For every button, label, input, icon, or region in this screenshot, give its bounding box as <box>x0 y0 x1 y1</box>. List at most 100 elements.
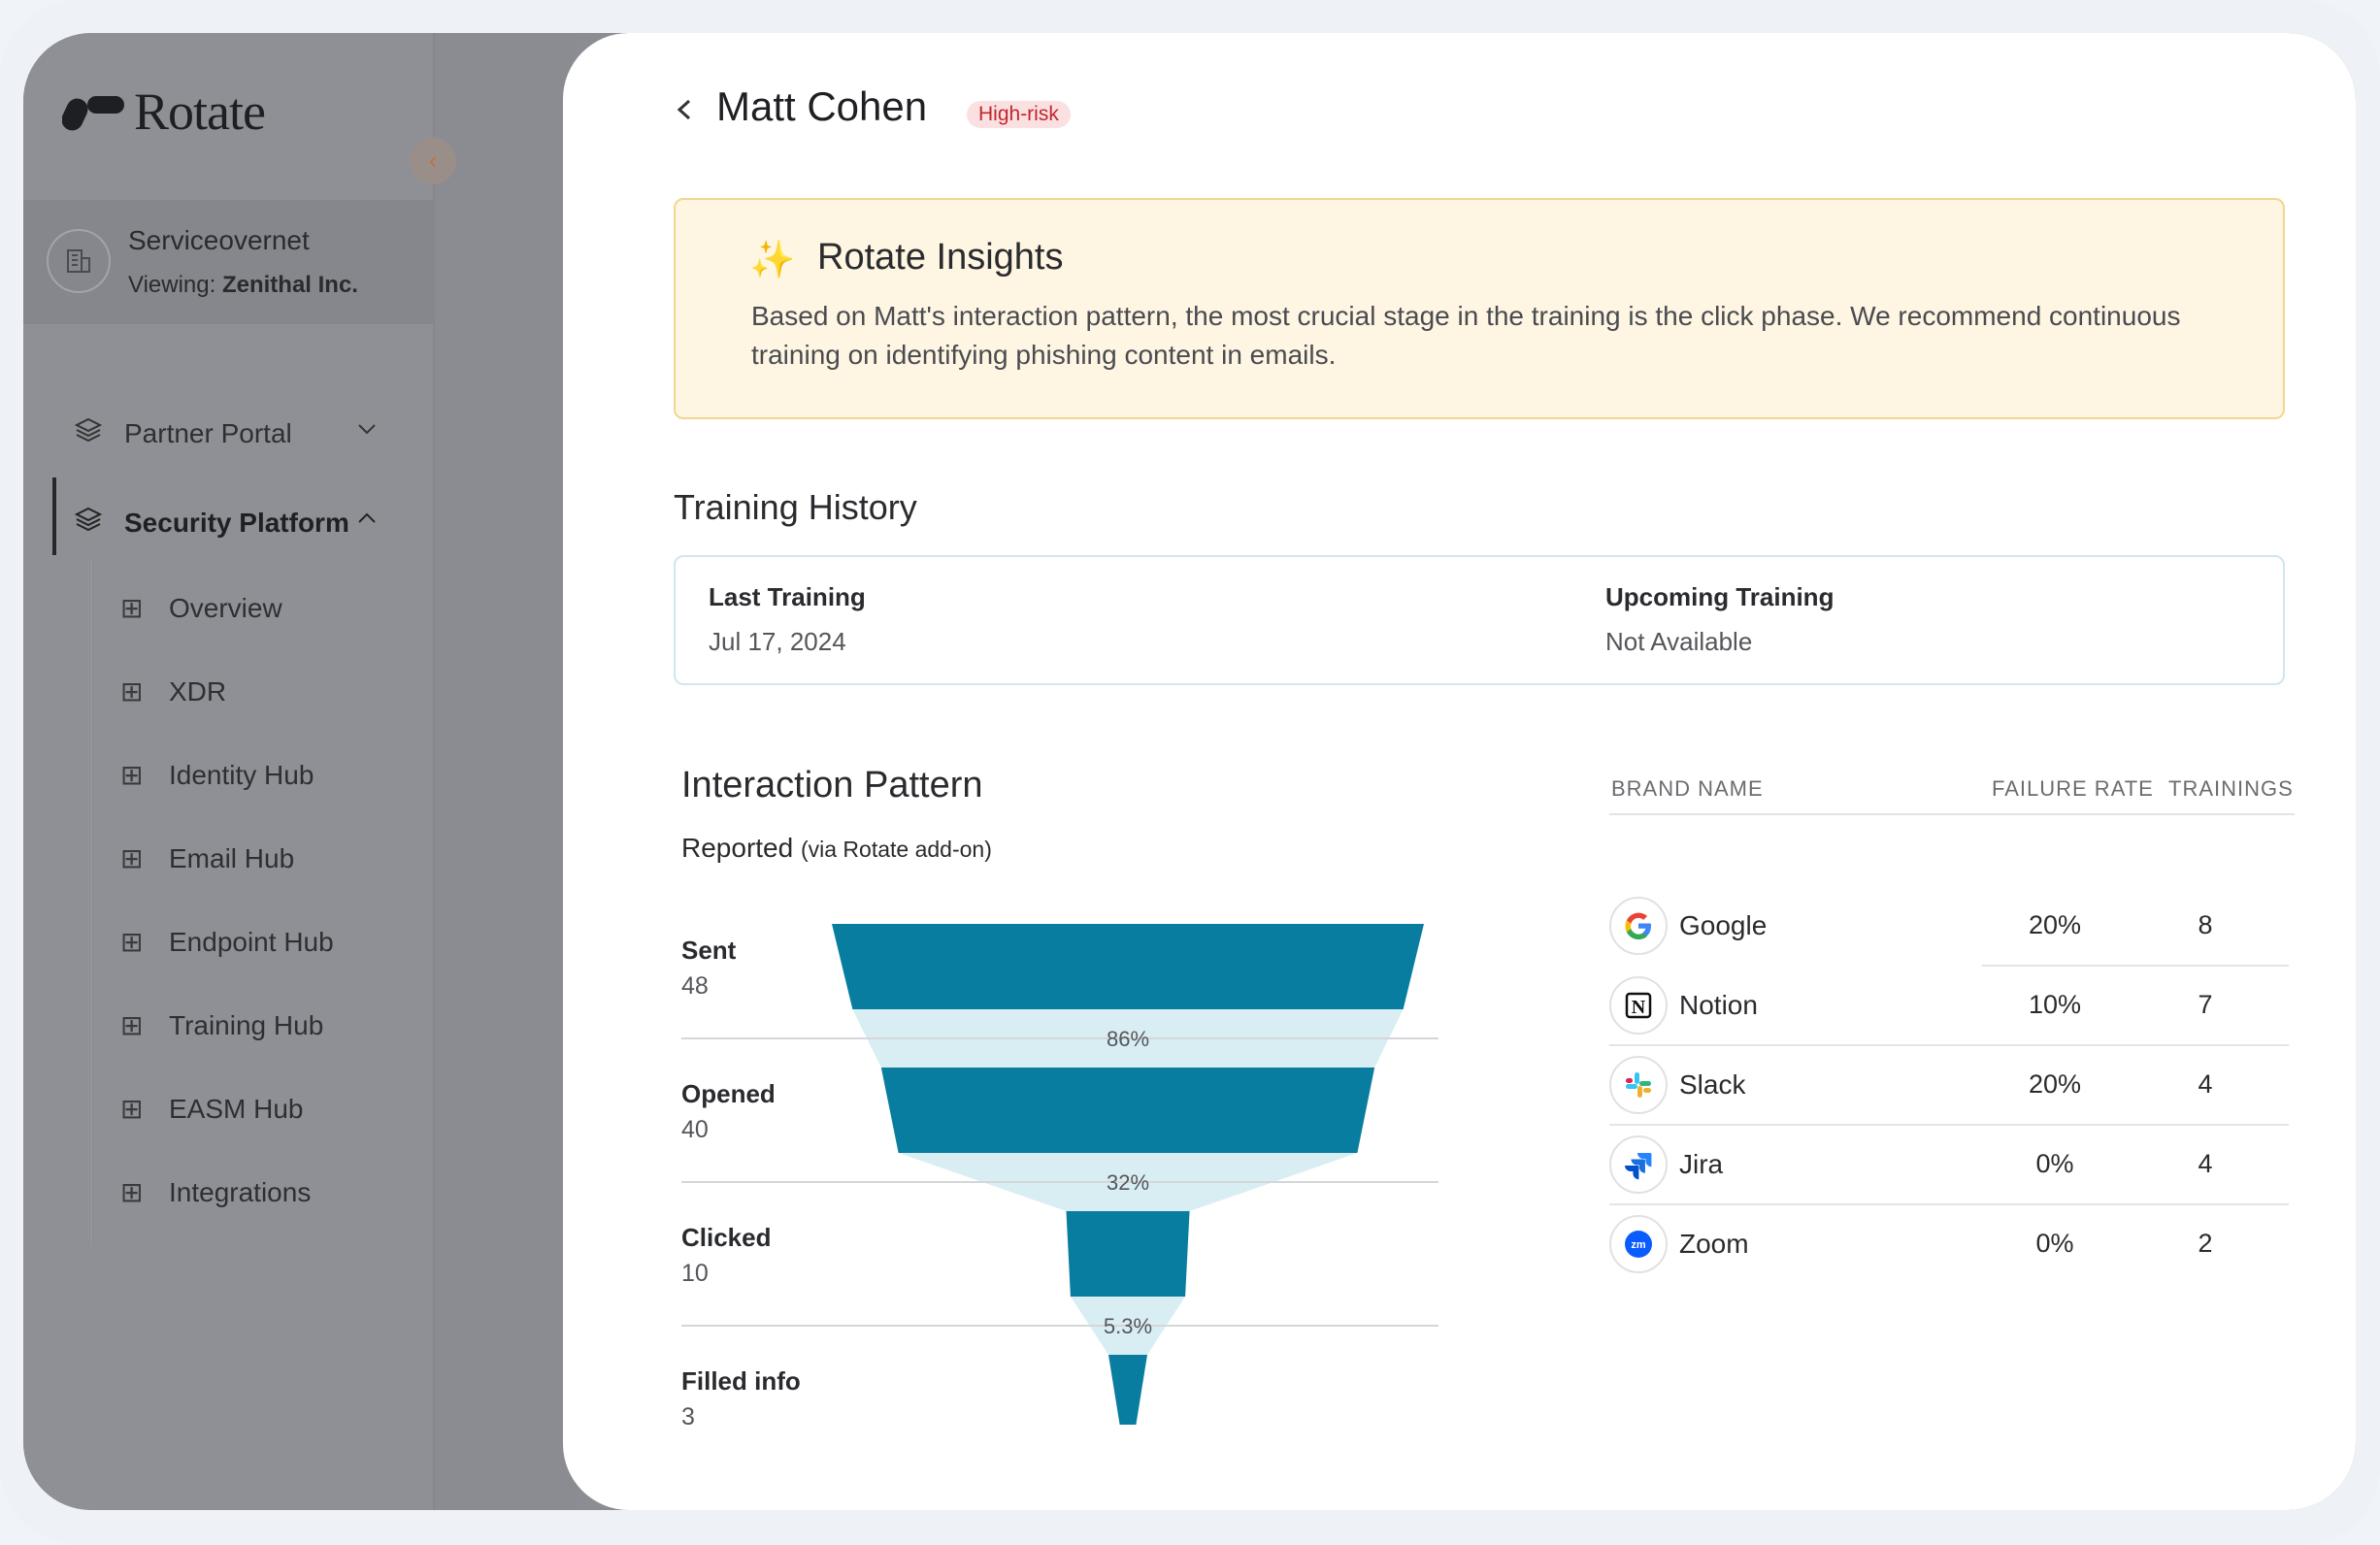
notion-icon: N <box>1609 976 1668 1035</box>
chevron-left-icon: ‹ <box>429 148 437 174</box>
nav-security-platform[interactable]: Security Platform <box>74 505 349 541</box>
stage-label: Sent <box>681 936 737 965</box>
table-row[interactable]: Jira 0% 4 <box>1609 1126 2289 1205</box>
layers-icon <box>74 415 103 451</box>
insights-title: Rotate Insights <box>817 237 1064 278</box>
insights-body: Based on Matt's interaction pattern, the… <box>751 301 2181 370</box>
brand-trainings: 8 <box>2198 910 2213 939</box>
stage-value: 48 <box>681 972 709 1000</box>
interaction-pattern-subtitle: Reported (via Rotate add-on) <box>681 833 992 864</box>
sidebar-item-email-hub[interactable]: ⊞ Email Hub <box>120 842 294 874</box>
brand-failure-rate: 0% <box>2035 1149 2074 1178</box>
subtitle-note: (via Rotate add-on) <box>800 837 992 862</box>
table-row[interactable]: Slack 20% 4 <box>1609 1046 2289 1126</box>
grid-icon: ⊞ <box>120 1010 144 1040</box>
collapse-sidebar-button[interactable]: ‹ <box>410 138 456 184</box>
page-title: Matt Cohen <box>716 83 928 129</box>
funnel-bar <box>1108 1355 1147 1425</box>
svg-text:zm: zm <box>1631 1239 1646 1251</box>
sidebar-item-label: Training Hub <box>169 1009 324 1040</box>
brand-trainings: 4 <box>2198 1149 2213 1178</box>
upcoming-training-label: Upcoming Training <box>1605 582 1835 611</box>
sidebar-item-label: Endpoint Hub <box>169 926 334 957</box>
zoom-icon: zm <box>1609 1215 1668 1273</box>
back-button[interactable] <box>672 93 695 135</box>
funnel-bar <box>832 924 1424 1009</box>
rotate-logo[interactable]: Rotate <box>61 82 266 142</box>
stage-label: Opened <box>681 1079 776 1108</box>
chevron-down-icon[interactable] <box>355 417 379 447</box>
conversion-label: 5.3% <box>1104 1314 1152 1338</box>
table-row[interactable]: Google 20% 8 <box>1609 887 2289 967</box>
viewing-label: Viewing: <box>128 272 216 298</box>
last-training-label: Last Training <box>709 582 866 611</box>
sidebar-item-identity-hub[interactable]: ⊞ Identity Hub <box>120 759 314 791</box>
brand-name: Google <box>1679 910 1768 940</box>
sidebar-item-xdr[interactable]: ⊞ XDR <box>120 675 226 707</box>
grid-icon: ⊞ <box>120 1177 144 1207</box>
sidebar-item-endpoint-hub[interactable]: ⊞ Endpoint Hub <box>120 926 334 958</box>
risk-badge: High-risk <box>967 101 1071 128</box>
brand-failure-rate: 10% <box>2028 990 2082 1019</box>
stage-value: 3 <box>681 1403 695 1430</box>
sidebar-overlay <box>433 33 577 1510</box>
stage-label: Clicked <box>681 1223 772 1252</box>
conversion-label: 32% <box>1107 1170 1149 1195</box>
stage-value: 40 <box>681 1116 709 1143</box>
last-training-value: Jul 17, 2024 <box>709 627 846 656</box>
sparkle-icon: ✨ <box>749 240 796 280</box>
brand-name: Jira <box>1679 1149 1724 1179</box>
stage-value: 10 <box>681 1260 709 1287</box>
upcoming-training-value: Not Available <box>1605 627 1753 656</box>
stage-label: Filled info <box>681 1366 801 1396</box>
brand-trainings: 4 <box>2198 1069 2213 1099</box>
training-history-card: Last Training Jul 17, 2024 Upcoming Trai… <box>674 555 2285 685</box>
app-window: Rotate Serviceovernet Viewing: Zenithal … <box>23 33 2356 1510</box>
training-history-title: Training History <box>674 487 917 527</box>
sidebar-item-integrations[interactable]: ⊞ Integrations <box>120 1176 311 1208</box>
sidebar-item-training-hub[interactable]: ⊞ Training Hub <box>120 1009 323 1041</box>
brand-name: Notion <box>1679 990 1758 1020</box>
table-row[interactable]: N Notion 10% 7 <box>1609 967 2289 1046</box>
rotate-logo-icon <box>61 92 130 131</box>
grid-icon: ⊞ <box>120 760 144 790</box>
sidebar-item-label: Identity Hub <box>169 759 314 790</box>
chevron-up-icon[interactable] <box>355 507 379 537</box>
active-indicator <box>52 477 56 555</box>
main-panel: Matt Cohen High-risk ✨ Rotate Insights B… <box>563 33 2356 1510</box>
viewing-org: Zenithal Inc. <box>221 272 358 298</box>
funnel-chart: 86% 32% 5.3% <box>681 924 1438 1425</box>
conversion-label: 86% <box>1107 1027 1149 1051</box>
col-header-failure-rate[interactable]: FAILURE RATE <box>1992 776 2154 802</box>
sidebar-item-label: Overview <box>169 592 282 623</box>
table-row[interactable]: zm Zoom 0% 2 <box>1609 1205 2289 1285</box>
sidebar-item-label: XDR <box>169 675 227 707</box>
interaction-pattern-title: Interaction Pattern <box>681 765 983 805</box>
brand-trainings: 2 <box>2198 1229 2213 1258</box>
funnel-bar <box>880 1068 1375 1153</box>
tenant-name: Serviceovernet <box>128 225 310 255</box>
brand-failure-rate: 0% <box>2035 1229 2074 1258</box>
grid-icon: ⊞ <box>120 843 144 873</box>
building-icon <box>47 229 111 293</box>
subtitle-main: Reported <box>681 833 794 863</box>
sidebar: Rotate Serviceovernet Viewing: Zenithal … <box>23 33 433 1510</box>
tenant-viewing: Viewing: Zenithal Inc. <box>128 272 358 299</box>
sidebar-item-overview[interactable]: ⊞ Overview <box>120 592 282 624</box>
table-header-divider <box>1609 813 2295 815</box>
sidebar-item-easm-hub[interactable]: ⊞ EASM Hub <box>120 1093 304 1125</box>
google-icon <box>1609 897 1668 955</box>
col-header-trainings[interactable]: TRAININGS <box>2168 776 2294 802</box>
grid-icon: ⊞ <box>120 1094 144 1124</box>
sidebar-item-label: EASM Hub <box>169 1093 304 1124</box>
brand-name: Slack <box>1679 1069 1746 1100</box>
layers-icon <box>74 505 103 541</box>
logo-text: Rotate <box>134 82 266 141</box>
funnel-bar <box>1066 1211 1190 1297</box>
brand-failure-rate: 20% <box>2028 910 2082 939</box>
col-header-brand[interactable]: BRAND NAME <box>1611 776 1764 802</box>
tenant-switcher[interactable]: Serviceovernet Viewing: Zenithal Inc. <box>23 200 433 324</box>
grid-icon: ⊞ <box>120 593 144 623</box>
sidebar-item-label: Email Hub <box>169 842 295 873</box>
nav-partner-portal[interactable]: Partner Portal <box>74 415 292 451</box>
